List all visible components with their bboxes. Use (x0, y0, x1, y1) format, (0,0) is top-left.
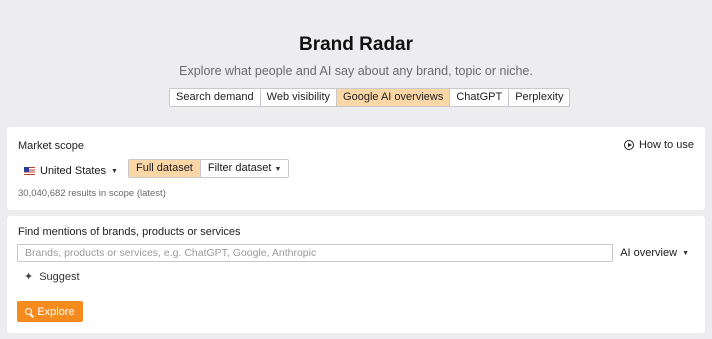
page-title: Brand Radar (298, 34, 414, 55)
find-mentions-card: Find mentions of brands, products or ser… (7, 216, 705, 333)
suggest-label: Suggest (39, 270, 80, 283)
search-input[interactable] (17, 244, 613, 262)
find-mentions-label: Find mentions of brands, products or ser… (18, 226, 241, 238)
results-count: 30,040,682 results in scope (latest) (18, 188, 166, 199)
search-icon (25, 308, 33, 315)
chevron-down-icon: ▼ (682, 249, 689, 257)
market-scope-card: Market scope How to use United States ▼ … (7, 127, 705, 210)
us-flag-icon (24, 167, 35, 175)
tab-web-visibility[interactable]: Web visibility (261, 89, 338, 106)
tab-chatgpt[interactable]: ChatGPT (450, 89, 510, 106)
dataset-toggle: Full dataset Filter dataset ▼ (128, 159, 290, 178)
explore-button[interactable]: Explore (17, 301, 83, 322)
chevron-down-icon: ▼ (274, 166, 282, 173)
full-dataset-button[interactable]: Full dataset (129, 160, 200, 177)
filter-dataset-button[interactable]: Filter dataset ▼ (199, 160, 289, 177)
how-to-use-link[interactable]: How to use (623, 139, 694, 151)
country-label: United States (40, 165, 107, 177)
explore-label: Explore (37, 305, 75, 318)
market-scope-label: Market scope (18, 140, 85, 152)
how-to-use-label: How to use (638, 139, 694, 151)
tab-search-demand[interactable]: Search demand (170, 89, 261, 106)
ai-overview-select[interactable]: AI overview ▼ (620, 247, 689, 259)
tab-google-ai-overviews[interactable]: Google AI overviews (337, 89, 451, 106)
filter-dataset-label: Filter dataset (207, 162, 272, 174)
country-select[interactable]: United States ▼ (24, 163, 118, 179)
page-subtitle: Explore what people and AI say about any… (179, 64, 533, 78)
mode-tabs: Search demand Web visibility Google AI o… (169, 88, 571, 107)
tab-perplexity[interactable]: Perplexity (509, 89, 569, 106)
suggest-button[interactable]: ✦ Suggest (24, 270, 80, 284)
sparkle-icon: ✦ (24, 271, 34, 283)
ai-overview-label: AI overview (620, 247, 678, 259)
chevron-down-icon: ▼ (111, 167, 118, 175)
play-circle-icon (623, 140, 634, 150)
